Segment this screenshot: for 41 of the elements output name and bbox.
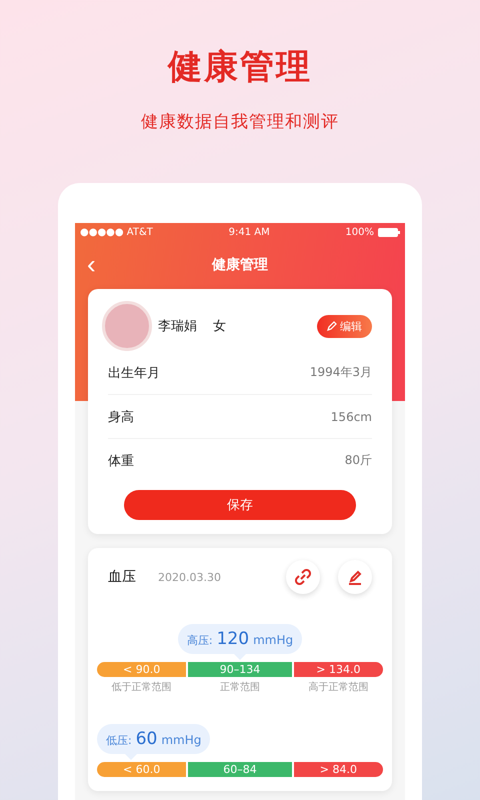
range-segment: 60–84 bbox=[188, 762, 292, 777]
field-value: 1994年3月 bbox=[310, 364, 372, 381]
back-button[interactable]: ‹ bbox=[83, 251, 100, 277]
range-segment: > 84.0 bbox=[294, 762, 383, 777]
edit-button[interactable]: 编辑 bbox=[317, 314, 372, 338]
range-segment: < 90.0 bbox=[97, 662, 186, 677]
edit-button[interactable] bbox=[338, 560, 372, 594]
reading-unit: mmHg bbox=[253, 633, 294, 647]
status-time: 9:41 AM bbox=[228, 226, 270, 238]
pencil-icon bbox=[347, 569, 363, 585]
reading-unit: mmHg bbox=[161, 733, 202, 747]
field-value: 156cm bbox=[330, 410, 372, 424]
reading-label: 高压: bbox=[186, 633, 213, 648]
range-segment: < 60.0 bbox=[97, 762, 186, 777]
reading-label: 低压: bbox=[106, 733, 132, 748]
avatar bbox=[102, 301, 152, 351]
field-label: 出生年月 bbox=[108, 364, 160, 382]
field-label: 体重 bbox=[108, 452, 134, 470]
user-gender: 女 bbox=[213, 318, 226, 335]
reading-value: 120 bbox=[216, 629, 250, 649]
promo-title: 健康管理 bbox=[168, 46, 312, 89]
range-caption: 正常范围 bbox=[220, 680, 260, 694]
card-title: 血压 bbox=[108, 568, 136, 586]
save-button[interactable]: 保存 bbox=[124, 490, 356, 520]
field-label: 身高 bbox=[108, 408, 134, 426]
range-caption: 低于正常范围 bbox=[112, 680, 172, 694]
screen-title: 健康管理 bbox=[212, 256, 268, 274]
range-caption: 高于正常范围 bbox=[308, 680, 368, 694]
pencil-icon bbox=[327, 321, 337, 331]
link-button[interactable] bbox=[286, 560, 320, 594]
battery-percent: 100% bbox=[345, 226, 374, 238]
promo-subtitle: 健康数据自我管理和测评 bbox=[141, 111, 339, 133]
carrier-text: ●●●●● AT&T bbox=[80, 226, 153, 238]
range-segment: 90–134 bbox=[188, 662, 292, 677]
link-icon bbox=[295, 569, 311, 585]
record-date: 2020.03.30 bbox=[158, 570, 221, 584]
battery-icon bbox=[378, 228, 400, 236]
user-name: 李瑞娟 bbox=[158, 318, 197, 335]
reading-value: 60 bbox=[136, 729, 158, 749]
field-value: 80斤 bbox=[344, 452, 372, 469]
range-segment: > 134.0 bbox=[294, 662, 383, 677]
